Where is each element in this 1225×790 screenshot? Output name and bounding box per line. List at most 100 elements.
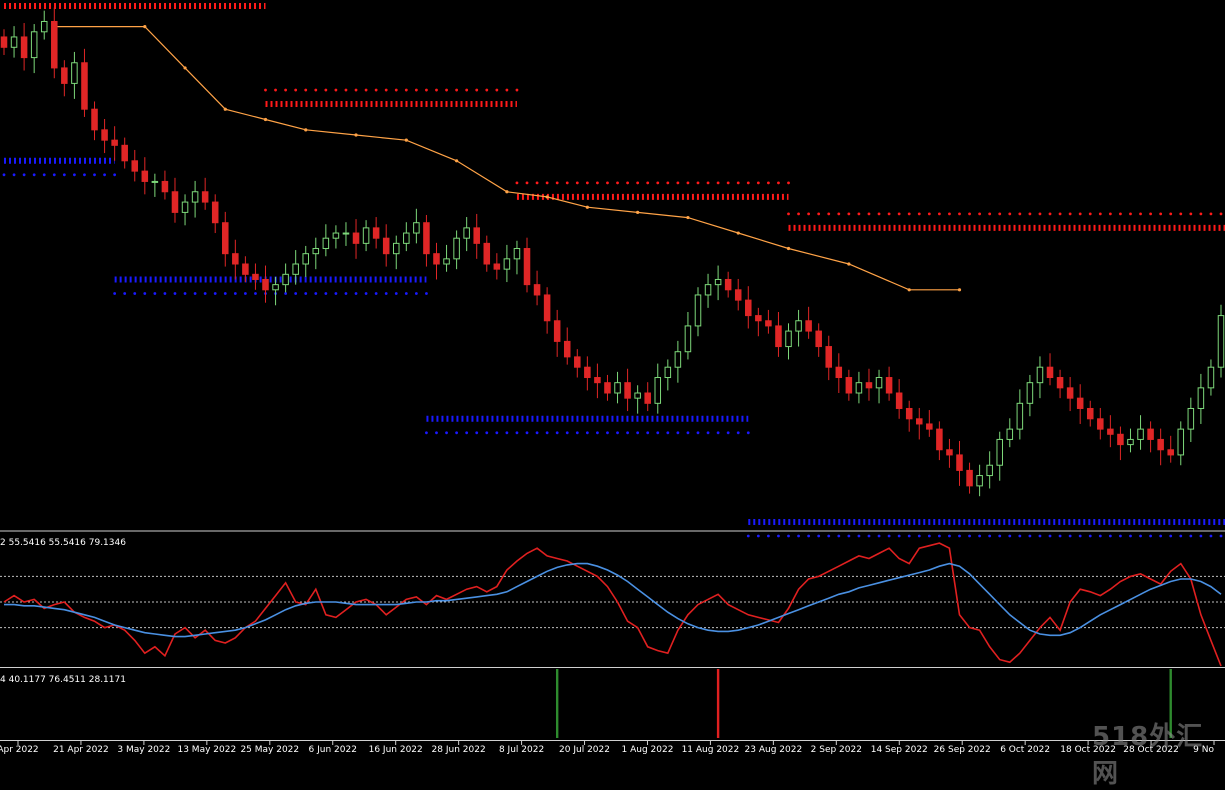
support-dot	[958, 534, 961, 538]
support-dot	[153, 292, 157, 295]
candle-body	[745, 299, 752, 317]
support-dot	[364, 292, 368, 295]
support-dot	[877, 534, 881, 538]
resistance-dot	[837, 212, 841, 216]
resistance-dot	[274, 88, 277, 92]
resistance-dot	[857, 212, 861, 216]
trailing-stop-point	[183, 66, 187, 70]
support-dot	[123, 292, 127, 295]
support-dot	[445, 431, 448, 435]
support-dot	[686, 431, 690, 435]
support-dot	[193, 292, 197, 295]
support-dot	[425, 431, 428, 435]
candle-body	[322, 237, 330, 250]
trading-chart: 2 55.5416 55.5416 79.1346 4 40.1177 76.4…	[0, 3, 1225, 755]
candle-body	[423, 222, 430, 255]
candle-body	[292, 263, 299, 275]
resistance-dot	[364, 88, 368, 92]
support-dot	[435, 431, 438, 435]
support-dot	[1078, 534, 1082, 538]
candle-body	[956, 454, 963, 471]
candle-body	[222, 222, 229, 255]
x-tick-label: 25 May 2022	[240, 745, 299, 755]
resistance-dot	[1058, 212, 1062, 216]
resistance-dot	[656, 181, 660, 185]
resistance-dot	[787, 212, 790, 216]
support-dot	[1169, 534, 1173, 538]
candle-body	[926, 423, 933, 430]
support-dot	[254, 292, 257, 295]
support-dot	[616, 431, 619, 435]
support-dot	[475, 431, 479, 435]
resistance-dot	[465, 88, 469, 92]
support-dot	[1129, 534, 1132, 538]
candle-body	[966, 469, 973, 487]
candle-body	[815, 330, 822, 348]
candle-body	[392, 242, 400, 255]
trailing-stop-point	[505, 190, 509, 194]
support-dot	[927, 534, 931, 538]
resistance-dot	[596, 181, 599, 185]
x-axis: Apr 2022 21 Apr 2022 3 May 2022 13 May 2022…	[0, 741, 1215, 755]
candle-body	[694, 294, 702, 327]
candle-body	[805, 320, 812, 332]
support-dot	[545, 431, 549, 435]
candle-body	[493, 263, 501, 270]
resistance-dot	[777, 181, 780, 185]
x-tick-label: 28 Jun 2022	[432, 745, 486, 755]
support-dot	[183, 292, 187, 295]
candle-body	[1076, 397, 1084, 409]
candle-body	[1207, 366, 1215, 389]
x-tick-label: 11 Aug 2022	[682, 745, 740, 755]
candle-body	[624, 382, 631, 399]
candle-body	[875, 377, 883, 389]
candle-body	[81, 62, 88, 110]
candle-body	[714, 278, 722, 286]
candle-body	[976, 475, 983, 487]
support-dot	[867, 534, 871, 538]
support-dot	[797, 534, 800, 538]
resistance-dot	[414, 88, 418, 92]
candle-body	[755, 315, 762, 322]
candle-body	[0, 36, 8, 48]
candle-body	[1026, 382, 1034, 404]
candle-body	[252, 273, 259, 280]
candle-body	[463, 227, 470, 239]
candle-body	[372, 227, 380, 239]
signal-bar	[555, 669, 559, 738]
resistance-dot	[425, 88, 428, 92]
candle-body	[684, 325, 692, 353]
support-dot	[243, 292, 247, 295]
candle-body	[704, 284, 712, 296]
support-dot	[133, 292, 137, 295]
support-dot	[555, 431, 559, 435]
resistance-dot	[354, 88, 358, 92]
resistance-dot	[998, 212, 1002, 216]
support-dot	[465, 431, 469, 435]
resistance-dot	[927, 212, 931, 216]
x-tick-label: 16 Jun 2022	[369, 745, 423, 755]
support-dot	[1018, 534, 1022, 538]
resistance-dot	[827, 212, 831, 216]
resistance-dot	[515, 181, 519, 185]
support-dot	[294, 292, 298, 295]
resistance-dot	[716, 181, 720, 185]
resistance-dot	[515, 88, 519, 92]
trailing-stop-point	[223, 107, 227, 111]
support-dot	[1199, 534, 1203, 538]
resistance-dot	[887, 212, 891, 216]
resistance-dot	[374, 88, 378, 92]
support-dot	[163, 292, 167, 295]
candle-body	[71, 62, 78, 84]
candle-body	[775, 325, 782, 348]
candle-body	[403, 232, 410, 244]
candle-body	[513, 248, 521, 260]
support-dot	[113, 292, 117, 295]
resistance-dot	[756, 181, 760, 185]
support-dot	[847, 534, 851, 538]
candle-body	[1066, 387, 1074, 399]
support-dot	[827, 534, 831, 538]
x-tick-label: 1 Aug 2022	[622, 745, 674, 755]
resistance-dot	[1108, 212, 1112, 216]
support-dot	[344, 292, 348, 295]
